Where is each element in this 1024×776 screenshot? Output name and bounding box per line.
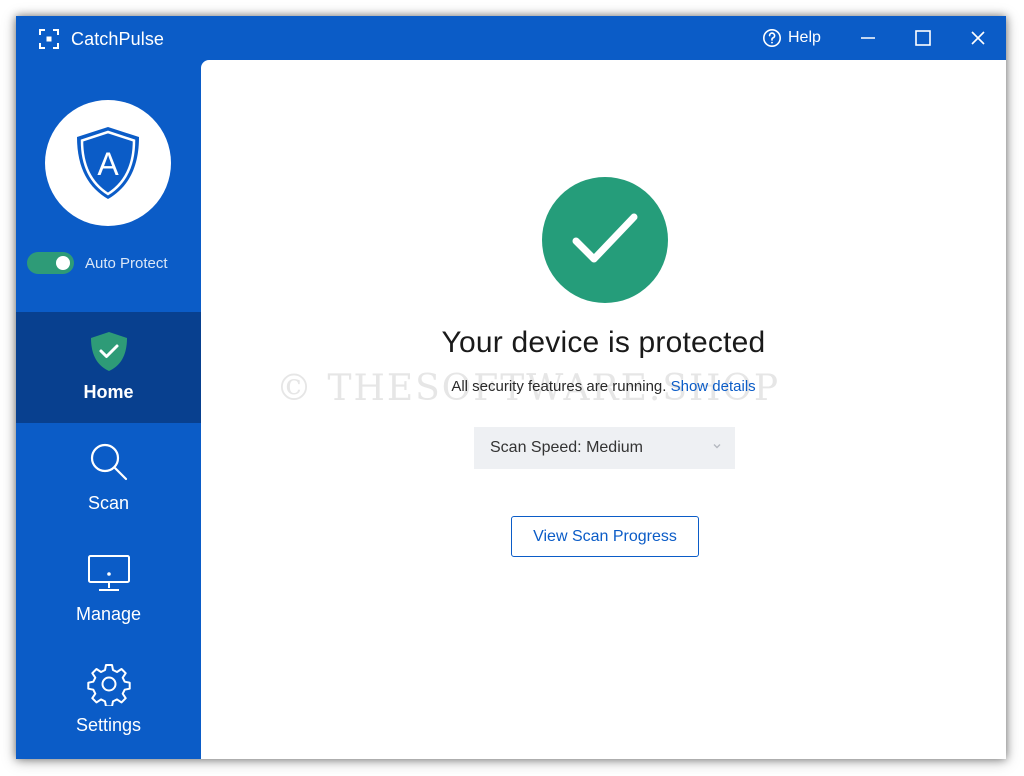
toggle-knob <box>56 256 70 270</box>
close-button[interactable] <box>961 22 995 54</box>
help-icon <box>763 29 781 47</box>
sidebar-item-settings[interactable]: Settings <box>16 645 201 756</box>
title-bar: CatchPulse Help <box>16 16 1006 60</box>
view-scan-progress-button[interactable]: View Scan Progress <box>511 516 699 557</box>
focus-frame-icon <box>39 29 59 49</box>
minimize-icon <box>861 37 875 39</box>
shield-letter-icon: A <box>77 127 139 199</box>
scan-speed-value: Scan Speed: Medium <box>490 439 643 456</box>
sidebar-item-label: Scan <box>87 493 130 513</box>
auto-protect-toggle[interactable]: Auto Protect <box>27 252 168 274</box>
status-check-badge <box>542 177 668 303</box>
monitor-icon <box>87 555 130 591</box>
sidebar-item-home[interactable]: Home <box>16 312 201 423</box>
help-button[interactable]: Help <box>762 26 821 50</box>
sidebar-item-label: Manage <box>75 604 142 624</box>
sidebar-item-label: Home <box>83 382 134 402</box>
sidebar-item-label: Settings <box>75 715 142 735</box>
maximize-icon <box>915 30 931 46</box>
minimize-button[interactable] <box>851 22 885 54</box>
toggle-switch[interactable] <box>27 252 74 274</box>
shield-check-icon <box>90 332 127 371</box>
help-label: Help <box>788 29 821 46</box>
app-window: CatchPulse Help A Auto Protect Home Scan… <box>16 16 1006 759</box>
auto-protect-label: Auto Protect <box>85 254 168 272</box>
chevron-down-icon <box>713 444 721 449</box>
show-details-link[interactable]: Show details <box>671 378 756 395</box>
sidebar-item-scan[interactable]: Scan <box>16 423 201 534</box>
app-title: CatchPulse <box>71 29 165 49</box>
maximize-button[interactable] <box>906 22 940 54</box>
sidebar: A Auto Protect Home Scan Manage Settings <box>16 60 201 759</box>
main-panel: Your device is protected © THESOFTWARE.S… <box>201 60 1006 759</box>
search-icon <box>90 443 127 481</box>
status-title: Your device is protected <box>441 326 766 359</box>
scan-speed-dropdown[interactable]: Scan Speed: Medium <box>474 427 735 469</box>
checkmark-icon <box>572 213 638 263</box>
status-subtitle: All security features are running. Show … <box>201 378 1006 395</box>
avatar: A <box>45 100 171 226</box>
avatar-letter: A <box>97 146 119 182</box>
gear-icon <box>86 664 131 706</box>
sidebar-item-manage[interactable]: Manage <box>16 534 201 645</box>
status-subtitle-text: All security features are running. <box>451 378 667 395</box>
close-icon <box>971 31 985 45</box>
